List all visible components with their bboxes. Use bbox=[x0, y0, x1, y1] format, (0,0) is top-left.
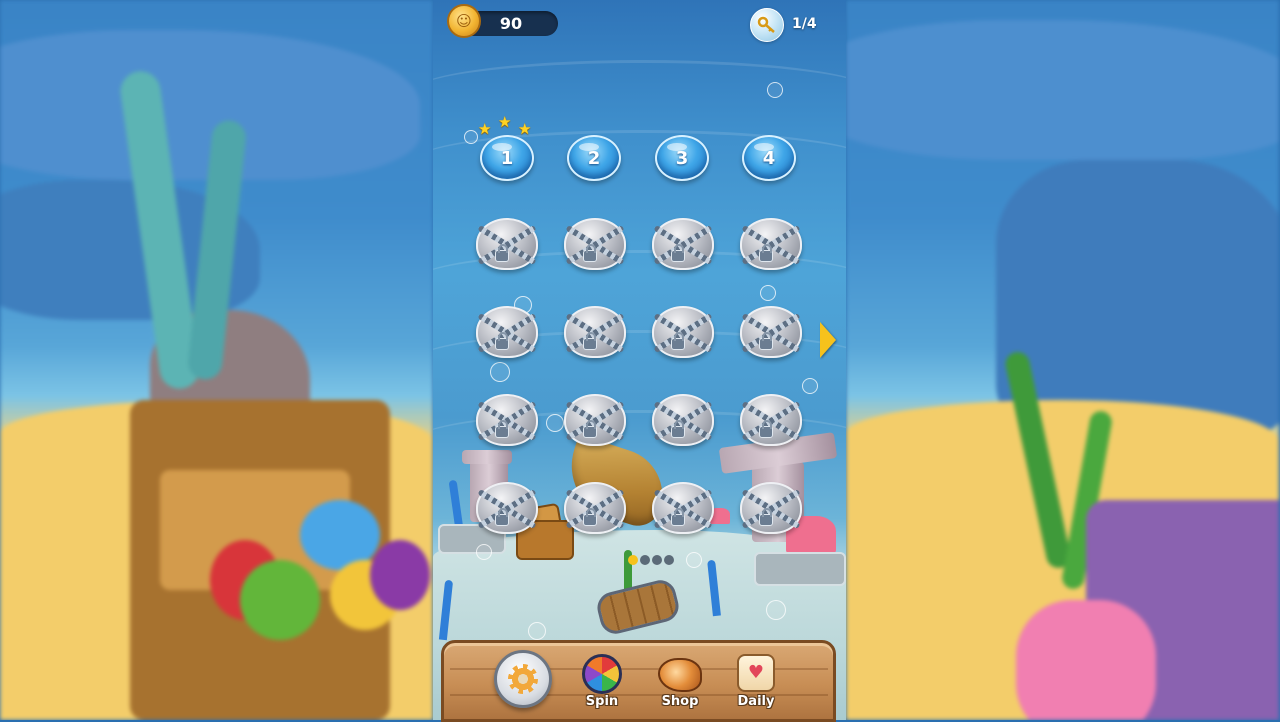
locked-level[interactable] bbox=[652, 394, 714, 446]
ruin-column-capital-left bbox=[462, 450, 512, 464]
bubble bbox=[766, 600, 786, 620]
padlock-icon bbox=[495, 508, 509, 526]
coin-value: 90 bbox=[499, 14, 523, 33]
padlock-icon bbox=[583, 332, 597, 350]
locked-level[interactable] bbox=[652, 218, 714, 270]
padlock-icon bbox=[759, 420, 773, 438]
locked-level[interactable] bbox=[476, 306, 538, 358]
bubble bbox=[490, 362, 510, 382]
locked-level[interactable] bbox=[652, 482, 714, 534]
bubble bbox=[528, 622, 546, 640]
bubble bbox=[476, 544, 492, 560]
spin-label: Spin bbox=[585, 694, 619, 709]
padlock-icon bbox=[671, 420, 685, 438]
locked-level[interactable] bbox=[564, 482, 626, 534]
locked-level[interactable] bbox=[476, 218, 538, 270]
bubble bbox=[802, 378, 818, 394]
padlock-icon bbox=[583, 508, 597, 526]
padlock-icon bbox=[583, 420, 597, 438]
star-icon: ★ bbox=[498, 113, 512, 131]
key-bubble-icon bbox=[750, 8, 784, 42]
page-dot bbox=[628, 555, 638, 565]
padlock-icon bbox=[671, 508, 685, 526]
shop-label: Shop bbox=[661, 694, 699, 709]
padlock-icon bbox=[495, 244, 509, 262]
padlock-icon bbox=[583, 244, 597, 262]
bubble bbox=[464, 130, 478, 144]
locked-level[interactable] bbox=[740, 218, 802, 270]
shop-button[interactable]: Shop bbox=[650, 654, 710, 716]
locked-level[interactable] bbox=[564, 394, 626, 446]
key-count: 1/4 bbox=[792, 16, 817, 32]
level-4-button[interactable]: 4 bbox=[742, 135, 796, 181]
padlock-icon bbox=[495, 420, 509, 438]
stone-slab bbox=[754, 552, 846, 586]
level-3-button[interactable]: 3 bbox=[655, 135, 709, 181]
padlock-icon bbox=[671, 332, 685, 350]
level-number: 3 bbox=[675, 147, 689, 169]
prize-wheel-icon bbox=[582, 654, 622, 694]
bubble bbox=[767, 82, 783, 98]
locked-level[interactable] bbox=[652, 306, 714, 358]
level-number: 2 bbox=[587, 147, 601, 169]
bubble bbox=[760, 285, 776, 301]
padlock-icon bbox=[671, 244, 685, 262]
level-1-button[interactable]: 1 bbox=[480, 135, 534, 181]
padlock-icon bbox=[759, 508, 773, 526]
arrow-right-icon[interactable] bbox=[820, 322, 836, 358]
locked-level[interactable] bbox=[740, 306, 802, 358]
spin-button[interactable]: Spin bbox=[572, 654, 632, 716]
padlock-icon bbox=[759, 332, 773, 350]
background-left bbox=[0, 0, 433, 720]
star-icon: ★ bbox=[518, 120, 532, 138]
padlock-icon bbox=[759, 244, 773, 262]
page-dot bbox=[640, 555, 650, 565]
page-dot bbox=[664, 555, 674, 565]
padlock-icon bbox=[495, 332, 509, 350]
gear-icon bbox=[508, 664, 538, 694]
background-right bbox=[846, 0, 1279, 720]
star-icon: ★ bbox=[478, 120, 492, 138]
gold-coin-icon: ☺ bbox=[447, 4, 481, 38]
level-number: 4 bbox=[762, 147, 776, 169]
hermit-crab-shell-icon bbox=[658, 658, 702, 692]
daily-button[interactable]: ♥ Daily bbox=[726, 654, 786, 716]
settings-button[interactable] bbox=[494, 650, 552, 708]
locked-level[interactable] bbox=[740, 482, 802, 534]
bubble bbox=[686, 552, 702, 568]
locked-level[interactable] bbox=[740, 394, 802, 446]
locked-level[interactable] bbox=[476, 482, 538, 534]
locked-level[interactable] bbox=[564, 218, 626, 270]
page-dot bbox=[652, 555, 662, 565]
level-2-button[interactable]: 2 bbox=[567, 135, 621, 181]
bubble bbox=[546, 414, 564, 432]
locked-level[interactable] bbox=[564, 306, 626, 358]
daily-reward-scroll-icon: ♥ bbox=[737, 654, 775, 692]
locked-level[interactable] bbox=[476, 394, 538, 446]
level-number: 1 bbox=[500, 147, 514, 169]
page-indicator bbox=[628, 555, 674, 567]
daily-label: Daily bbox=[737, 694, 775, 709]
